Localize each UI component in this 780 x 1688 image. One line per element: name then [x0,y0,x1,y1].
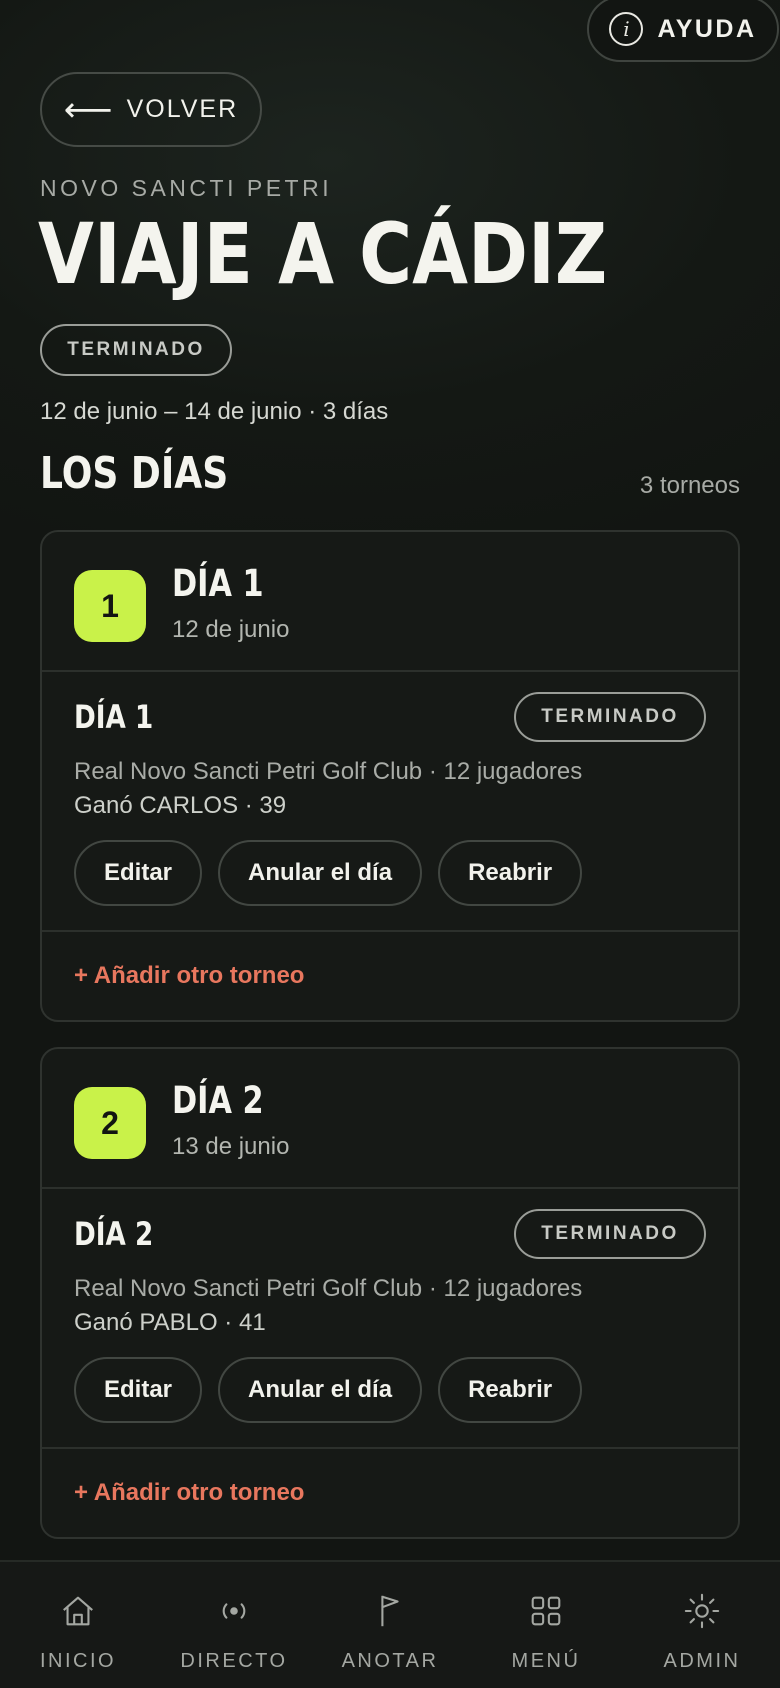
tournament-info: Real Novo Sancti Petri Golf Club · 12 ju… [74,758,583,785]
arrow-left-icon: ⟵ [63,90,113,129]
section-count: 3 torneos [639,472,740,499]
info-icon: i [609,12,644,46]
day-header: 1 DÍA 1 12 de junio [42,532,738,672]
grid-icon [531,1596,561,1626]
day-card: 2 DÍA 2 13 de junio DÍA 2 TERMINADO Real… [40,1047,740,1539]
nav-label: INICIO [39,1650,117,1672]
tournament-item: DÍA 2 TERMINADO Real Novo Sancti Petri G… [42,1189,738,1449]
page: i AYUDA ⟵ VOLVER NOVO SANCTI PETRI VIAJE… [0,0,780,1688]
help-button[interactable]: i AYUDA [587,0,779,62]
tournament-item: DÍA 1 TERMINADO Real Novo Sancti Petri G… [42,672,738,932]
nav-label: MENÚ [511,1650,581,1672]
nav-label: ANOTAR [341,1650,439,1672]
day-date: 13 de junio [172,1133,290,1160]
day-name: DÍA 1 [172,562,264,605]
add-tournament-link[interactable]: + Añadir otro torneo [42,932,738,1020]
nav-item-menu[interactable]: MENÚ [468,1562,624,1688]
nav-item-inicio[interactable]: INICIO [0,1562,156,1688]
help-label: AYUDA [657,14,757,43]
tournament-actions: Editar Anular el día Reabrir [74,1357,583,1423]
edit-button[interactable]: Editar [74,840,203,906]
sun-icon [684,1593,720,1629]
nav-item-anotar[interactable]: ANOTAR [312,1562,468,1688]
back-button[interactable]: ⟵ VOLVER [40,72,262,147]
back-label: VOLVER [126,95,239,123]
home-icon [63,1596,93,1626]
reopen-button[interactable]: Reabrir [438,1357,583,1423]
nav-label: ADMIN [663,1650,741,1672]
live-icon [222,1603,246,1619]
tournament-status-badge: TERMINADO [514,1209,706,1259]
day-date: 12 de junio [172,616,290,643]
void-day-button[interactable]: Anular el día [218,840,423,906]
tournament-status-badge: TERMINADO [514,692,706,742]
section-title: LOS DÍAS [40,448,229,499]
reopen-button[interactable]: Reabrir [438,840,583,906]
day-number-badge: 2 [74,1087,146,1159]
page-title: VIAJE A CÁDIZ [38,205,608,303]
tournament-winner: Ganó PABLO · 41 [74,1309,266,1336]
nav-label: DIRECTO [180,1650,288,1672]
day-card: 1 DÍA 1 12 de junio DÍA 1 TERMINADO Real… [40,530,740,1022]
day-number-badge: 1 [74,570,146,642]
bottom-nav: INICIO DIRECTO ANOTAR MENÚ ADMIN [0,1560,780,1688]
day-name: DÍA 2 [172,1079,264,1122]
trip-status-badge: TERMINADO [40,324,232,376]
void-day-button[interactable]: Anular el día [218,1357,423,1423]
nav-item-admin[interactable]: ADMIN [624,1562,780,1688]
tournament-winner: Ganó CARLOS · 39 [74,792,287,819]
add-tournament-link[interactable]: + Añadir otro torneo [42,1449,738,1537]
edit-button[interactable]: Editar [74,1357,203,1423]
nav-item-directo[interactable]: DIRECTO [156,1562,312,1688]
trip-location: NOVO SANCTI PETRI [40,175,333,201]
trip-dates: 12 de junio – 14 de junio · 3 días [40,398,389,425]
flag-icon [381,1595,399,1627]
tournament-name: DÍA 2 [74,1215,154,1253]
tournament-name: DÍA 1 [74,698,154,736]
tournament-info: Real Novo Sancti Petri Golf Club · 12 ju… [74,1275,583,1302]
day-header: 2 DÍA 2 13 de junio [42,1049,738,1189]
tournament-actions: Editar Anular el día Reabrir [74,840,583,906]
